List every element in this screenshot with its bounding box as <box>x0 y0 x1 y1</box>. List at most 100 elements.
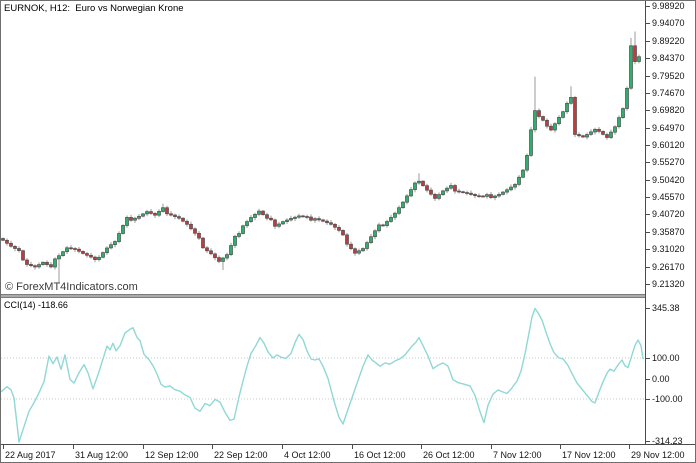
time-axis-label: 7 Nov 12:00 <box>493 450 542 460</box>
price-axis-label: 9.69820 <box>652 105 685 115</box>
time-axis-tick <box>491 445 492 449</box>
candle <box>278 224 281 226</box>
candle <box>50 265 53 267</box>
candle <box>490 195 493 198</box>
candle <box>398 208 401 214</box>
candle <box>130 217 133 220</box>
candle <box>370 237 373 243</box>
candle <box>190 224 193 229</box>
candle <box>42 262 45 264</box>
candle <box>618 118 621 127</box>
candle <box>102 253 105 258</box>
candle <box>26 260 29 265</box>
price-axis-label: 9.64970 <box>652 123 685 133</box>
price-axis[interactable]: 9.989209.940709.892209.843709.795209.746… <box>645 1 696 444</box>
candle <box>10 243 13 246</box>
price-axis-tick <box>646 6 650 7</box>
price-axis-tick <box>646 214 650 215</box>
candle <box>222 258 225 261</box>
candle <box>342 230 345 235</box>
candle <box>54 259 57 267</box>
candle <box>334 224 337 227</box>
time-axis-tick <box>421 445 422 449</box>
candle <box>14 246 17 248</box>
candle <box>462 192 465 193</box>
time-axis[interactable]: 22 Aug 201731 Aug 12:0012 Sep 12:0022 Se… <box>1 444 696 463</box>
candle <box>390 217 393 221</box>
candle <box>94 257 97 260</box>
price-axis-label: 9.89220 <box>652 36 685 46</box>
time-axis-label: 22 Sep 12:00 <box>214 450 268 460</box>
candle <box>482 196 485 197</box>
price-axis-label: 9.84370 <box>652 53 685 63</box>
time-axis-tick <box>73 445 74 449</box>
candle <box>634 46 637 62</box>
candle <box>142 214 145 216</box>
cci-axis-tick <box>646 358 650 359</box>
price-axis-label: 9.50420 <box>652 175 685 185</box>
candle <box>414 183 417 190</box>
candle <box>82 251 85 253</box>
candle <box>198 233 201 238</box>
candle <box>274 220 277 226</box>
candle <box>106 248 109 253</box>
candle <box>478 196 481 197</box>
candle <box>34 266 37 267</box>
price-axis-tick <box>646 41 650 42</box>
candle <box>594 129 597 132</box>
watermark: © ForexMT4Indicators.com <box>5 281 138 293</box>
candle <box>114 242 117 245</box>
cci-axis-tick <box>646 441 650 442</box>
candle <box>402 202 405 208</box>
candlestick-chart[interactable] <box>1 1 645 294</box>
candle <box>362 249 365 251</box>
candle <box>70 248 73 249</box>
candle <box>562 112 565 118</box>
candle <box>178 217 181 219</box>
candle <box>626 88 629 108</box>
candle <box>254 214 257 217</box>
candle <box>46 262 49 264</box>
candle <box>30 264 33 265</box>
candle <box>202 238 205 248</box>
candle <box>250 218 253 222</box>
candle <box>582 136 585 137</box>
candle <box>354 249 357 254</box>
time-axis-tick <box>143 445 144 449</box>
time-axis-label: 22 Aug 2017 <box>5 450 56 460</box>
time-axis-tick <box>560 445 561 449</box>
candle <box>126 217 129 225</box>
time-axis-tick <box>629 445 630 449</box>
candle <box>458 191 461 192</box>
candle <box>290 218 293 220</box>
cci-indicator-label: CCI(14) -118.66 <box>4 300 68 310</box>
candle <box>230 246 233 255</box>
cci-indicator-panel[interactable]: CCI(14) -118.66 <box>1 298 645 444</box>
candle <box>214 254 217 258</box>
candle <box>358 251 361 253</box>
candle <box>486 195 489 197</box>
price-axis-tick <box>646 23 650 24</box>
time-axis-label: 4 Oct 12:00 <box>284 450 331 460</box>
candle <box>474 194 477 195</box>
price-axis-label: 9.55270 <box>652 157 685 167</box>
candle <box>550 126 553 130</box>
price-axis-tick <box>646 128 650 129</box>
candle <box>66 248 69 252</box>
candle <box>170 214 173 215</box>
candle <box>426 186 429 191</box>
cci-line-chart[interactable] <box>1 298 645 444</box>
candle <box>454 186 457 192</box>
candle <box>494 196 497 198</box>
cci-axis-label: -100.00 <box>652 394 683 404</box>
cci-axis-label: 0.00 <box>652 374 670 384</box>
candle <box>150 212 153 214</box>
candle <box>238 234 241 237</box>
time-axis-tick <box>282 445 283 449</box>
price-chart-panel[interactable]: EURNOK, H12: Euro vs Norwegian Krone © F… <box>1 1 645 294</box>
candle <box>234 236 237 245</box>
candle <box>470 193 473 194</box>
candle <box>206 248 209 251</box>
candle <box>74 249 77 250</box>
candle <box>466 193 469 194</box>
